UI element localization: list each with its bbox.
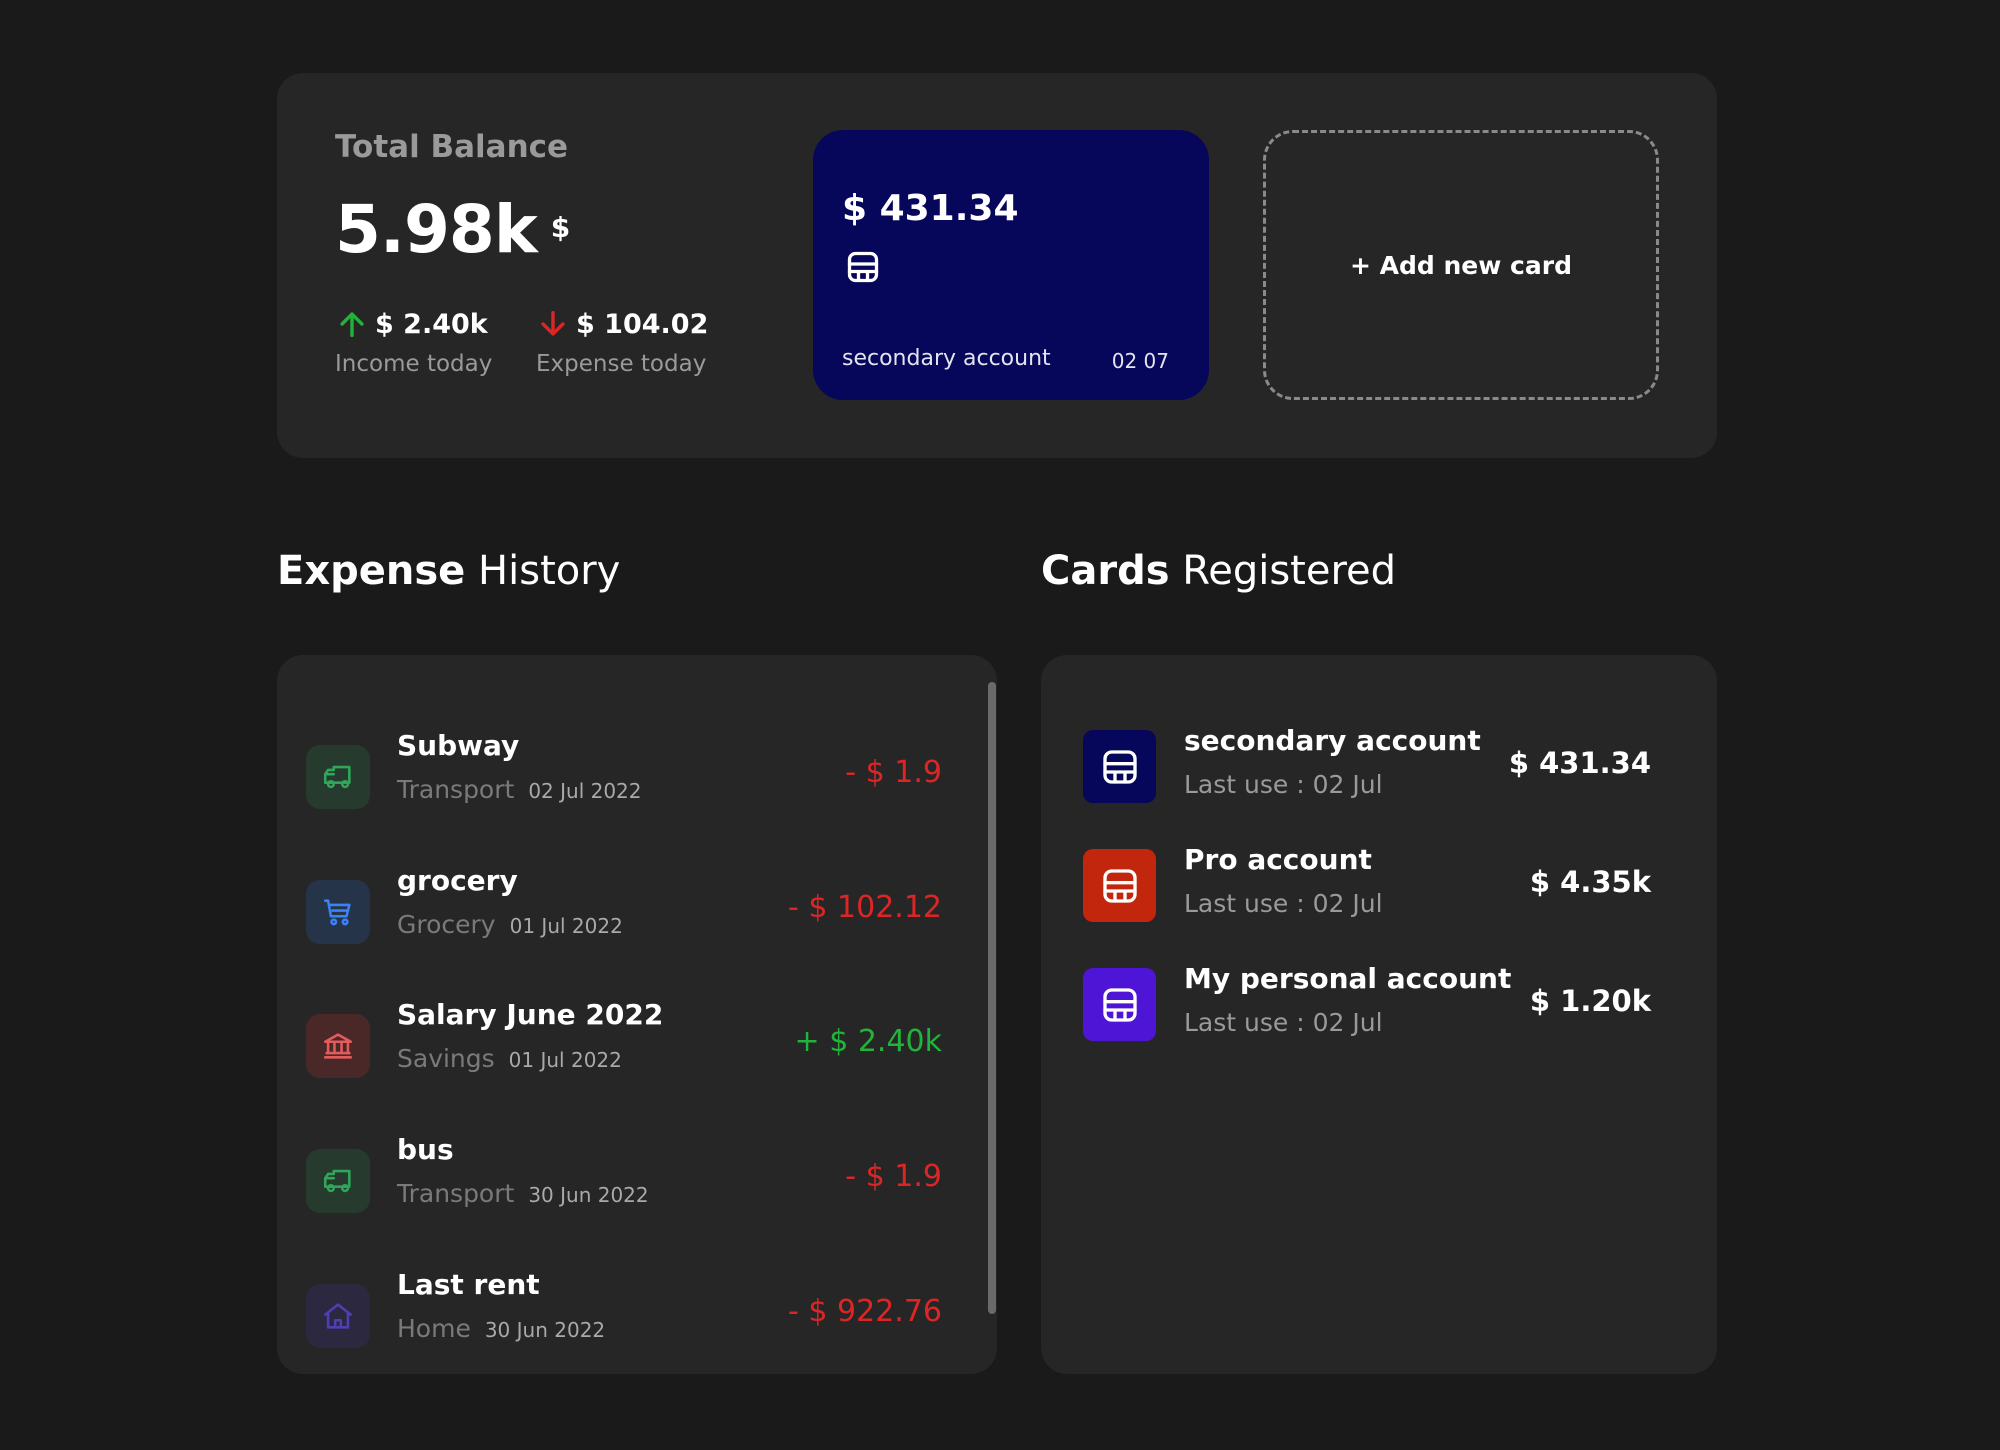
card-amount: $ 431.34 (1508, 746, 1651, 780)
featured-card-name: secondary account (842, 346, 1051, 371)
transaction-category: Transport (397, 775, 515, 804)
list-item[interactable]: Last rent Home 30 Jun 2022 - $ 922.76 (306, 1268, 942, 1356)
home-icon (306, 1284, 370, 1348)
cards-registered-title-light: Registered (1182, 548, 1397, 594)
list-item[interactable]: grocery Grocery 01 Jul 2022 - $ 102.12 (306, 864, 942, 952)
list-item[interactable]: Pro account Last use : 02 Jul $ 4.35k (1083, 843, 1651, 923)
transaction-date: 01 Jul 2022 (508, 1048, 622, 1072)
cards-registered-title-bold: Cards (1041, 548, 1170, 594)
transaction-name: Last rent (397, 1268, 540, 1301)
list-item[interactable]: My personal account Last use : 02 Jul $ … (1083, 962, 1651, 1042)
card-icon (1083, 730, 1156, 803)
cards-registered-title: Cards Registered (1041, 548, 1396, 594)
card-name: secondary account (1184, 724, 1481, 757)
list-item[interactable]: Salary June 2022 Savings 01 Jul 2022 + $… (306, 998, 942, 1086)
list-item[interactable]: bus Transport 30 Jun 2022 - $ 1.9 (306, 1133, 942, 1221)
expense-list-scrollbar[interactable] (988, 682, 996, 1314)
cards-registered-list: secondary account Last use : 02 Jul $ 43… (1041, 655, 1717, 1374)
truck-icon (306, 745, 370, 809)
total-balance: 5.98k $ (335, 197, 570, 263)
income-today-label: Income today (335, 351, 493, 377)
expense-history-list: Subway Transport 02 Jul 2022 - $ 1.9 gro… (277, 655, 997, 1374)
card-last-use: Last use : 02 Jul (1184, 889, 1383, 918)
featured-card[interactable]: $ 431.34 secondary account 02 07 (813, 130, 1209, 400)
transaction-date: 30 Jun 2022 (528, 1183, 649, 1207)
transaction-amount: - $ 1.9 (845, 1159, 942, 1194)
cart-icon (306, 880, 370, 944)
transaction-name: grocery (397, 864, 518, 897)
expense-history-title: Expense History (277, 548, 620, 594)
expense-today-value: $ 104.02 (576, 308, 709, 340)
income-today-stat: $ 2.40k Income today (335, 307, 493, 378)
list-item[interactable]: secondary account Last use : 02 Jul $ 43… (1083, 724, 1651, 804)
expense-history-title-bold: Expense (277, 548, 466, 594)
transaction-category: Home (397, 1314, 471, 1343)
arrow-down-icon (541, 310, 565, 336)
transaction-category: Transport (397, 1179, 515, 1208)
transaction-amount: + $ 2.40k (794, 1024, 942, 1059)
arrow-up-icon (340, 312, 364, 338)
total-balance-label: Total Balance (335, 129, 569, 165)
featured-card-date: 02 07 (1111, 349, 1169, 373)
card-amount: $ 1.20k (1529, 984, 1651, 1018)
expense-today-label: Expense today (536, 351, 707, 377)
total-balance-currency: $ (550, 211, 571, 244)
transaction-date: 30 Jun 2022 (484, 1318, 606, 1342)
card-name: My personal account (1184, 962, 1512, 995)
expense-today-stat: $ 104.02 Expense today (536, 307, 709, 378)
income-today-value: $ 2.40k (375, 308, 488, 340)
card-icon (1083, 849, 1156, 922)
card-name: Pro account (1184, 843, 1372, 876)
card-chip-icon (847, 251, 879, 283)
transaction-amount: - $ 1.9 (845, 755, 942, 790)
dashboard-page: Total Balance 5.98k $ $ 2.40k Income tod… (0, 0, 2000, 1450)
card-icon (1083, 968, 1156, 1041)
transaction-date: 01 Jul 2022 (509, 914, 623, 938)
transaction-date: 02 Jul 2022 (528, 779, 642, 803)
transaction-name: Subway (397, 729, 520, 762)
add-new-card-button[interactable]: + Add new card (1263, 130, 1659, 400)
transaction-category: Savings (397, 1044, 495, 1073)
transaction-amount: - $ 922.76 (788, 1294, 942, 1329)
transaction-category: Grocery (397, 910, 496, 939)
total-balance-value: 5.98k (335, 191, 538, 268)
expense-history-title-light: History (478, 548, 621, 594)
bank-icon (306, 1014, 370, 1078)
transaction-amount: - $ 102.12 (788, 890, 942, 925)
featured-card-amount: $ 431.34 (842, 188, 1019, 229)
card-last-use: Last use : 02 Jul (1184, 1008, 1383, 1037)
truck-icon (306, 1149, 370, 1213)
list-item[interactable]: Subway Transport 02 Jul 2022 - $ 1.9 (306, 729, 942, 817)
balance-summary-panel: Total Balance 5.98k $ $ 2.40k Income tod… (277, 73, 1717, 458)
transaction-name: Salary June 2022 (397, 998, 664, 1031)
transaction-name: bus (397, 1133, 454, 1166)
card-amount: $ 4.35k (1529, 865, 1651, 899)
card-last-use: Last use : 02 Jul (1184, 770, 1383, 799)
